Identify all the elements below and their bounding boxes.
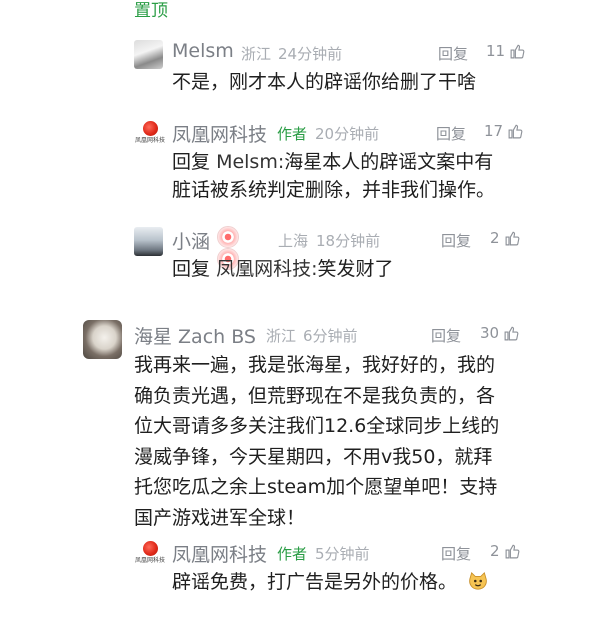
ifeng-logo-icon [142, 121, 158, 136]
reply-mention[interactable]: Melsm: [216, 151, 284, 173]
comment-line: 辟谣免费，打广告是另外的价格。 [172, 571, 458, 593]
ifeng-logo-icon [142, 541, 158, 556]
comment-text: 辟谣免费，打广告是另外的价格。 [172, 568, 489, 596]
reply-mention[interactable]: 凤凰网科技: [216, 258, 317, 280]
comment-line: 海星本人的辟谣文案中有 [284, 151, 494, 173]
pinned-label[interactable]: 置顶 [134, 0, 168, 21]
like-count: 2 [490, 542, 500, 560]
reply-button[interactable]: 回复 [441, 230, 471, 251]
like-count: 11 [486, 42, 506, 60]
reply-prefix: 回复 [172, 258, 211, 280]
comment-author[interactable]: 小涵 [172, 227, 210, 254]
logo-sub-text: 凤凰网科技 [134, 137, 165, 144]
comment-author[interactable]: 海星 Zach BS [134, 322, 256, 349]
avatar[interactable] [134, 40, 163, 69]
comment-time: 20分钟前 [315, 125, 380, 143]
comment-time: 24分钟前 [278, 45, 343, 63]
thumbs-up-icon [505, 231, 519, 245]
comment-text: 回复 Melsm:海星本人的辟谣文案中有 脏话被系统判定删除，并非我们操作。 [172, 148, 495, 204]
reply-button[interactable]: 回复 [441, 543, 471, 564]
comment-location: 浙江 [266, 327, 297, 345]
avatar[interactable] [134, 227, 163, 256]
comment-text: 不是，刚才本人的辟谣你给删了干啥 [172, 71, 477, 93]
ifeng-logo-avatar[interactable]: 凤凰网科技 [134, 540, 166, 568]
author-tag: 作者 [277, 125, 308, 143]
comment-line: 国产游戏进军全球！ [134, 506, 306, 529]
comment-author[interactable]: 凤凰网科技 [172, 540, 267, 567]
comment-author[interactable]: Melsm [172, 40, 234, 62]
comment-text: 回复 凤凰网科技:笑发财了 [172, 255, 393, 283]
ifeng-logo-avatar[interactable]: 凤凰网科技 [134, 120, 166, 148]
like-count: 2 [490, 229, 500, 247]
comment-time: 6分钟前 [303, 327, 358, 345]
comment-text: 我再来一遍，我是张海星，我好好的，我的 确负责光遇，但荒野现在不是我负责的，各 … [134, 350, 499, 534]
reply-prefix: 回复 [172, 151, 211, 173]
comment-line: 笑发财了 [317, 258, 394, 280]
reply-button[interactable]: 回复 [431, 325, 461, 346]
thumbs-up-icon [504, 326, 519, 340]
like-button[interactable]: 17 [484, 122, 524, 140]
author-tag: 作者 [277, 545, 308, 563]
like-button[interactable]: 30 [480, 324, 520, 342]
thumbs-up-icon [510, 44, 525, 58]
like-button[interactable]: 2 [490, 229, 521, 247]
comment-location: 上海 [278, 232, 309, 250]
cat-emoji-icon [469, 571, 487, 590]
thumbs-up-icon [505, 544, 519, 558]
comment-location: 浙江 [241, 45, 272, 63]
comment-line: 漫威争锋，今天星期四，不用v我50，就拜 [134, 445, 493, 468]
comment-line: 脏话被系统判定删除，并非我们操作。 [172, 179, 496, 201]
like-count: 30 [480, 324, 500, 342]
comment-time: 18分钟前 [316, 232, 381, 250]
reply-button[interactable]: 回复 [436, 123, 466, 144]
comment-time: 5分钟前 [315, 545, 370, 563]
avatar[interactable] [83, 320, 122, 359]
thumbs-up-icon [508, 124, 523, 138]
like-count: 17 [484, 122, 504, 140]
like-button[interactable]: 2 [490, 542, 521, 560]
comment-line: 我再来一遍，我是张海星，我好好的，我的 [134, 354, 496, 376]
comment-thread: 置顶 Melsm 浙江 24分钟前 回复 11 不是，刚才本人的辟谣你给删了干啥… [0, 0, 601, 623]
logo-sub-text: 凤凰网科技 [134, 557, 165, 564]
comment-line: 位大哥请多多关注我们12.6全球同步上线的 [134, 415, 500, 438]
user-badge-icon [217, 226, 239, 248]
comment-line: 托您吃瓜之余上steam加个愿望单吧！支持 [134, 476, 498, 499]
comment-line: 确负责光遇，但荒野现在不是我负责的，各 [134, 384, 496, 407]
reply-button[interactable]: 回复 [438, 43, 468, 64]
like-button[interactable]: 11 [486, 42, 526, 60]
comment-author[interactable]: 凤凰网科技 [172, 120, 267, 147]
